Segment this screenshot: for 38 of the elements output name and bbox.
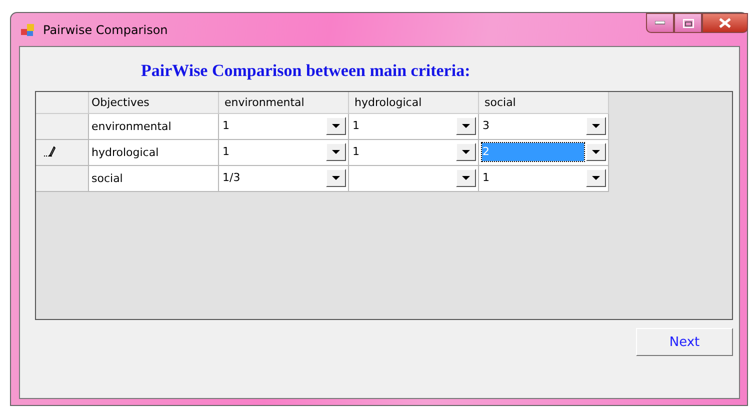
table-cell: hydrological (88, 139, 218, 165)
minimize-icon (655, 21, 665, 25)
dropdown-arrow-icon (332, 124, 340, 128)
column-header[interactable]: environmental (218, 92, 348, 113)
column-header[interactable]: hydrological (348, 92, 478, 113)
value-dropdown[interactable]: 1 (478, 166, 608, 190)
value-dropdown[interactable]: 1/3 (218, 166, 348, 190)
dropdown-arrow-icon (462, 124, 470, 128)
dropdown-arrow-icon (462, 176, 470, 180)
dropdown-arrow-icon (592, 150, 600, 154)
app-icon (20, 22, 36, 38)
value-dropdown[interactable]: 1 (218, 140, 348, 164)
dropdown-arrow-icon (332, 176, 340, 180)
value-dropdown[interactable]: 3 (478, 114, 608, 138)
column-header[interactable]: social (478, 92, 608, 113)
corner-header (36, 92, 88, 113)
pencil-icon (44, 144, 56, 156)
maximize-button[interactable] (674, 13, 702, 33)
table-cell: environmental (88, 113, 218, 139)
dropdown-arrow-icon (462, 150, 470, 154)
dialog-heading: PairWise Comparison between main criteria: (140, 60, 472, 82)
value-dropdown[interactable]: 1 (348, 114, 478, 138)
maximize-icon (682, 18, 694, 28)
value-dropdown[interactable]: 1 (218, 114, 348, 138)
column-header[interactable]: Objectives (88, 92, 218, 113)
table-cell: social (88, 165, 218, 191)
minimize-button[interactable] (646, 13, 674, 33)
window-title: Pairwise Comparison (43, 22, 168, 36)
value-dropdown[interactable]: 1 (348, 140, 478, 164)
next-button[interactable]: Next (636, 328, 733, 356)
dropdown-arrow-icon (592, 124, 600, 128)
close-icon (719, 18, 731, 28)
close-button[interactable] (702, 13, 748, 33)
dropdown-arrow-icon (592, 176, 600, 180)
dropdown-arrow-icon (332, 150, 340, 154)
row-header[interactable] (36, 139, 88, 165)
row-header[interactable] (36, 113, 88, 139)
row-header[interactable] (36, 165, 88, 191)
